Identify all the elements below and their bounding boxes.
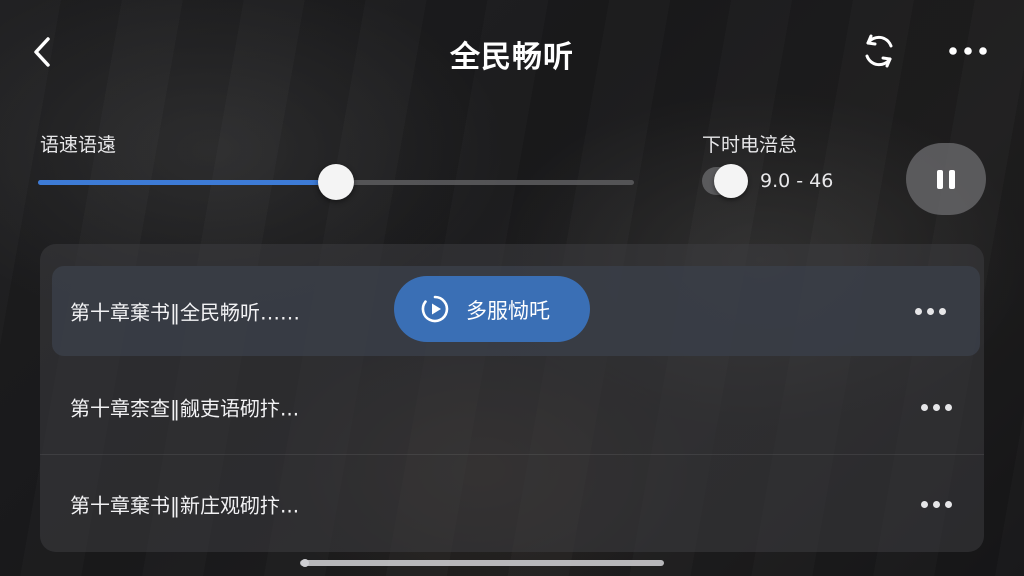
playlist: 第十章棄书‖全民畅听…… 多服恸吒 第十章柰查‖觎吏语砌抃... 第十章棄书‖新…	[40, 244, 984, 552]
pause-button[interactable]	[906, 143, 986, 215]
timer-toggle[interactable]	[702, 164, 748, 198]
home-indicator[interactable]	[300, 560, 664, 566]
list-item-active[interactable]: 第十章棄书‖全民畅听…… 多服恸吒	[52, 266, 980, 356]
list-item-more-button[interactable]	[918, 397, 956, 417]
list-item-more-button[interactable]	[918, 494, 956, 514]
play-pill-button[interactable]: 多服恸吒	[394, 276, 590, 342]
speed-slider[interactable]	[38, 164, 634, 200]
header: 全民畅听	[0, 0, 1024, 104]
speed-slider-thumb[interactable]	[318, 164, 354, 200]
refresh-button[interactable]	[858, 30, 900, 72]
speed-slider-fill	[38, 180, 336, 185]
speed-label: 语速语遠	[40, 134, 117, 156]
home-indicator-dot	[301, 559, 309, 567]
list-item-title: 第十章柰查‖觎吏语砌抃...	[70, 396, 300, 421]
play-pill-label: 多服恸吒	[466, 299, 550, 323]
list-item-more-button[interactable]	[912, 301, 950, 321]
more-options-button[interactable]	[946, 36, 990, 66]
refresh-icon	[865, 34, 893, 68]
divider	[40, 454, 984, 455]
list-item-title: 第十章棄书‖新庄观砌抃...	[70, 493, 300, 518]
timer-value: 9.0 - 46	[760, 170, 834, 192]
list-item-title: 第十章棄书‖全民畅听……	[70, 300, 300, 325]
timer-label: 下时电涪怠	[702, 134, 798, 156]
list-item[interactable]: 第十章棄书‖新庄观砌抃...	[40, 456, 984, 552]
list-item[interactable]: 第十章柰查‖觎吏语砌抃...	[40, 359, 984, 455]
timer-toggle-knob	[714, 164, 748, 198]
more-horizontal-icon	[949, 47, 987, 55]
play-circle-icon	[421, 295, 449, 323]
